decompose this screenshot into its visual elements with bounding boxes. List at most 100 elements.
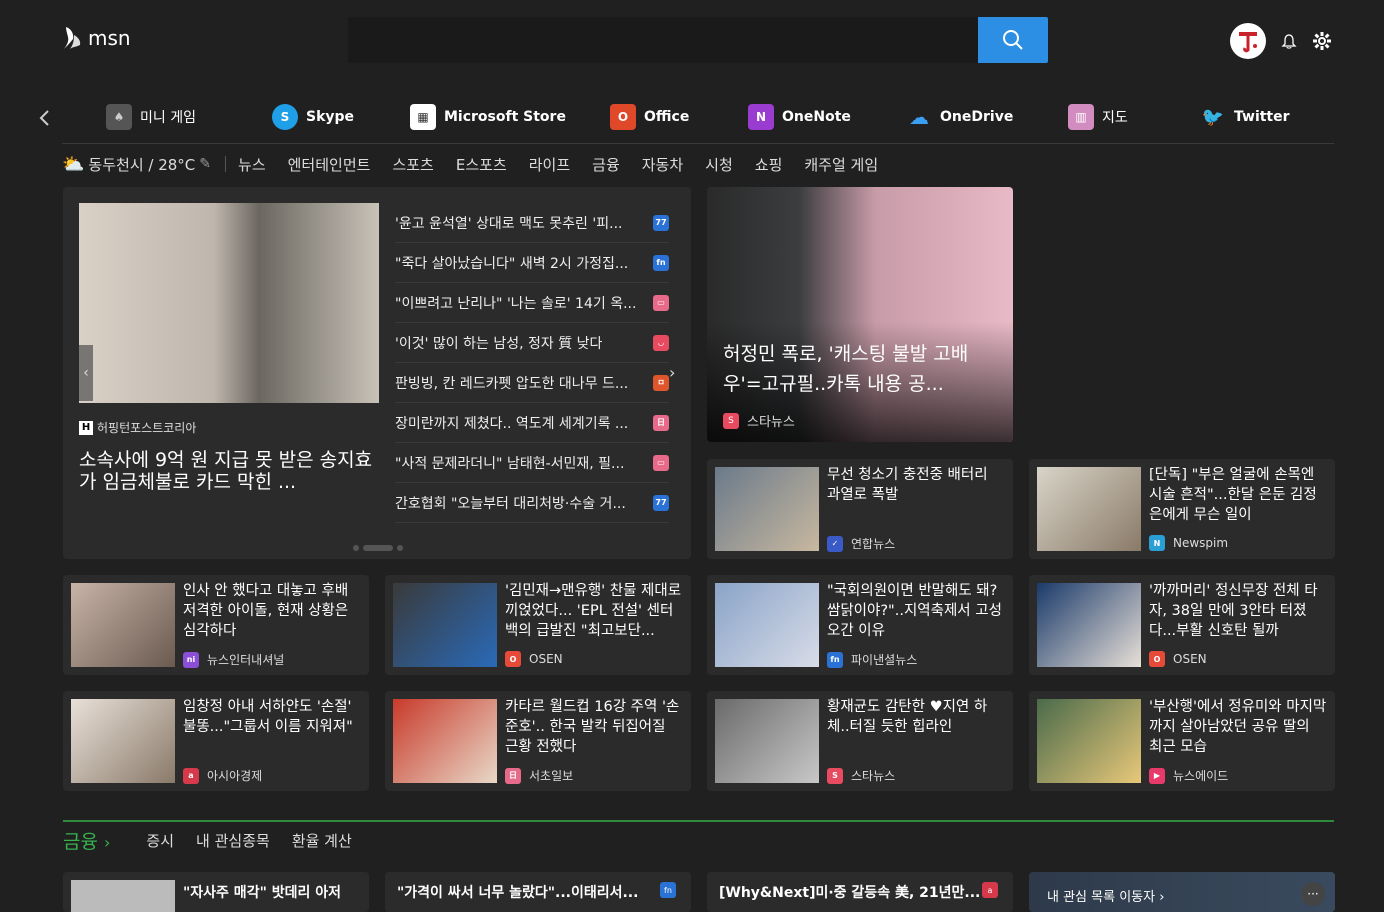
chevron-left-icon[interactable] <box>38 109 50 127</box>
feature-title[interactable]: 허정민 폭로, '캐스팅 불발 고배우'=고규필..카톡 내용 공... <box>723 339 1003 399</box>
feature-card[interactable]: 허정민 폭로, '캐스팅 불발 고배우'=고규필..카톡 내용 공... S 스… <box>707 187 1013 442</box>
nav-esports[interactable]: E스포츠 <box>456 154 507 175</box>
app-label: OneNote <box>782 109 851 125</box>
article-title: '부산행'에서 정유미와 마지막까지 살아남았던 공유 딸의 최근 모습 <box>1149 699 1327 755</box>
news-card[interactable]: 임창정 아내 서하얀도 '손절' 불똥..."그룹서 이름 지워져" a 아시아… <box>63 691 369 791</box>
news-card[interactable]: '부산행'에서 정유미와 마지막까지 살아남았던 공유 딸의 최근 모습 ▶ 뉴… <box>1029 691 1335 791</box>
finance-stocks[interactable]: 증시 <box>146 830 174 851</box>
headline-item[interactable]: "사적 문제라더니" 남태현-서민재, 필... ▭ <box>395 443 669 483</box>
finance-currency[interactable]: 환율 계산 <box>292 830 352 851</box>
carousel-dots <box>353 545 403 551</box>
nav-life[interactable]: 라이프 <box>529 154 570 175</box>
source-name: Newspim <box>1173 536 1229 550</box>
weather-widget[interactable]: ⛅ 동두천시 / 28°C ✎ <box>62 154 211 175</box>
source-name: OSEN <box>1173 652 1207 666</box>
onedrive-icon: ☁ <box>909 105 929 129</box>
app-office[interactable]: O Office <box>610 95 689 139</box>
article-title: 인사 안 했다고 대놓고 후배 저격한 아이돌, 현재 상황은 심각하다 <box>183 583 349 639</box>
finance-watchlist[interactable]: 내 관심종목 <box>196 830 270 851</box>
article-source: fn 파이낸셜뉴스 <box>827 651 917 668</box>
news-card[interactable]: 황재균도 감탄한 ♥지연 하체..터질 듯한 힙라인 S 스타뉴스 <box>707 691 1013 791</box>
source-logo-icon: ✓ <box>827 535 843 552</box>
app-maps[interactable]: ▥ 지도 <box>1068 95 1128 139</box>
msn-logo[interactable]: msn <box>62 25 131 51</box>
more-options-icon[interactable]: ··· <box>1301 882 1325 906</box>
finance-heading-text: 금융 <box>63 830 98 853</box>
carousel-prev-button[interactable]: ‹ <box>79 345 93 401</box>
nav-entertainment[interactable]: 엔터테인먼트 <box>288 154 371 175</box>
news-card[interactable]: "국회의원이면 반말해도 돼? 쌈닭이야?"..지역축제서 고성 오간 이유 f… <box>707 575 1013 675</box>
source-badge-icon: 77 <box>653 214 669 231</box>
avatar[interactable] <box>1230 23 1266 59</box>
news-card[interactable]: '까까머리' 정신무장 전체 타자, 38일 만에 3안타 터졌다...부활 신… <box>1029 575 1335 675</box>
search-button[interactable] <box>978 17 1048 63</box>
hero-card: ‹ H 허핑턴포스트코리아 소속사에 9억 원 지급 못 받은 송지효가 임금체… <box>63 187 691 559</box>
bottom-card-1[interactable]: "자사주 매각" 밧데리 아저 <box>63 872 369 912</box>
watchlist-card[interactable]: 내 관심 목록 이동자 › ··· <box>1029 872 1335 912</box>
msn-butterfly-icon <box>64 27 81 49</box>
headline-item[interactable]: "죽다 살아났습니다" 새벽 2시 가정집... fn <box>395 243 669 283</box>
article-thumbnail <box>1037 467 1141 551</box>
news-card[interactable]: 카타르 월드컵 16강 주역 '손준호'.. 한국 발칵 뒤집어질 근황 전했다… <box>385 691 691 791</box>
headline-item[interactable]: "이쁘려고 난리나" '나는 솔로' 14기 옥... ▭ <box>395 283 669 323</box>
app-skype[interactable]: S Skype <box>272 95 354 139</box>
app-label: Twitter <box>1234 109 1290 125</box>
app-onenote[interactable]: N OneNote <box>748 95 851 139</box>
app-onedrive[interactable]: ☁ OneDrive <box>906 95 1013 139</box>
article-title: '김민재→맨유행' 찬물 제대로 끼얹었다... 'EPL 전설' 센터백의 급… <box>505 583 682 639</box>
gear-icon[interactable] <box>1312 31 1332 51</box>
headline-item[interactable]: '윤고 윤석열' 상대로 맥도 못추린 '피... 77 <box>395 203 669 243</box>
nav-auto[interactable]: 자동차 <box>642 154 683 175</box>
article-title: 카타르 월드컵 16강 주역 '손준호'.. 한국 발칵 뒤집어질 근황 전했다 <box>505 699 680 755</box>
source-logo-icon: 日 <box>505 767 521 784</box>
news-card[interactable]: 무선 청소기 충전중 배터리 과열로 폭발 ✓ 연합뉴스 <box>707 459 1013 559</box>
hero-image[interactable] <box>79 203 379 403</box>
finance-heading[interactable]: 금융 › <box>63 827 110 854</box>
weather-text: 동두천시 / 28°C <box>88 155 196 174</box>
headline-text: 간호협회 "오늘부터 대리처방·수술 거... <box>395 495 626 512</box>
bell-icon[interactable] <box>1281 33 1297 49</box>
headline-text: '이것' 많이 하는 남성, 정자 質 낮다 <box>395 335 603 352</box>
nav-casual-games[interactable]: 캐주얼 게임 <box>804 154 878 175</box>
source-badge-icon: 日 <box>653 414 669 431</box>
nav-news[interactable]: 뉴스 <box>238 154 266 175</box>
source-name: 뉴스에이드 <box>1173 769 1229 783</box>
headline-item[interactable]: 간호협회 "오늘부터 대리처방·수술 거... 77 <box>395 483 669 523</box>
news-card[interactable]: [단독] "부은 얼굴에 손목엔 시술 흔적"...한달 은둔 김정은에게 무슨… <box>1029 459 1335 559</box>
nav-finance[interactable]: 금융 <box>592 154 620 175</box>
bottom-card-2[interactable]: "가격이 싸서 너무 놀랐다"...이태리서... fn <box>385 872 691 912</box>
app-mini-games[interactable]: ♠ 미니 게임 <box>106 95 196 139</box>
hero-source: H 허핑턴포스트코리아 <box>79 419 196 436</box>
watchlist-title: 내 관심 목록 이동자 › <box>1047 890 1165 905</box>
nav-sports[interactable]: 스포츠 <box>392 154 433 175</box>
nav-shopping[interactable]: 쇼핑 <box>755 154 783 175</box>
carousel-dot-active[interactable] <box>363 545 393 551</box>
headline-text: '윤고 윤석열' 상대로 맥도 못추린 '피... <box>395 215 623 232</box>
app-twitter[interactable]: 🐦 Twitter <box>1200 95 1290 139</box>
source-name: 연합뉴스 <box>851 537 896 551</box>
article-title: 임창정 아내 서하얀도 '손절' 불똥..."그룹서 이름 지워져" <box>183 699 353 735</box>
carousel-dot[interactable] <box>353 545 359 551</box>
hero-title[interactable]: 소속사에 9억 원 지급 못 받은 송지효가 임금체불로 카드 막힌 ... <box>79 449 379 493</box>
headline-item[interactable]: 판빙빙, 칸 레드카펫 압도한 대나무 드... ㅁ <box>395 363 669 403</box>
nav-watch[interactable]: 시청 <box>705 154 733 175</box>
article-title: 무선 청소기 충전중 배터리 과열로 폭발 <box>827 467 988 503</box>
news-card[interactable]: '김민재→맨유행' 찬물 제대로 끼얹었다... 'EPL 전설' 센터백의 급… <box>385 575 691 675</box>
carousel-next-button[interactable]: › <box>669 363 675 382</box>
news-card[interactable]: 인사 안 했다고 대놓고 후배 저격한 아이돌, 현재 상황은 심각하다 ni … <box>63 575 369 675</box>
article-source: a 아시아경제 <box>183 767 262 784</box>
source-icon: a <box>982 882 998 898</box>
skype-icon: S <box>272 104 298 130</box>
headline-item[interactable]: '이것' 많이 하는 남성, 정자 質 낮다 ◡ <box>395 323 669 363</box>
article-thumbnail <box>71 699 175 783</box>
app-microsoft-store[interactable]: ▦ Microsoft Store <box>410 95 566 139</box>
carousel-dot[interactable] <box>397 545 403 551</box>
search-input[interactable] <box>348 17 978 63</box>
article-thumbnail <box>715 699 819 783</box>
headline-item[interactable]: 장미란까지 제쳤다.. 역도계 세계기록 ... 日 <box>395 403 669 443</box>
edit-icon[interactable]: ✎ <box>199 156 211 172</box>
article-title: [Why&Next]미·중 갈등속 美, 21년만... <box>719 885 981 901</box>
bottom-card-3[interactable]: [Why&Next]미·중 갈등속 美, 21년만... a <box>707 872 1013 912</box>
source-name: 허핑턴포스트코리아 <box>97 421 197 435</box>
article-thumbnail <box>1037 699 1141 783</box>
